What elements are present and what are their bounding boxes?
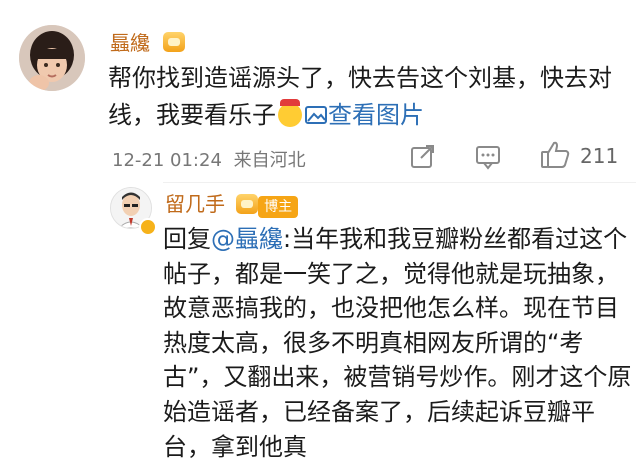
comment-text: 帮你找到造谣源头了，快去告这个刘基，快去对线，我要看乐子 查看图片: [108, 60, 628, 134]
reply-text: 回复@螶纔:当年我和我豆瓣粉丝都看过这个帖子，都是一笑了之，觉得他就是玩抽象，故…: [163, 222, 633, 464]
comment-timestamp: 12-21 01:24: [112, 150, 222, 171]
mention-link[interactable]: @螶纔: [211, 225, 283, 253]
avatar-image: [19, 25, 85, 91]
image-icon: [305, 106, 327, 124]
like-icon[interactable]: [539, 140, 571, 170]
reply-header: 留几手 博主: [165, 188, 299, 218]
vip-crown-icon: [163, 32, 186, 52]
vip-crown-icon: [236, 194, 259, 214]
verified-badge-icon: [139, 218, 157, 236]
view-image-link[interactable]: 查看图片: [304, 101, 424, 129]
share-icon[interactable]: [409, 142, 437, 170]
divider: [163, 182, 636, 183]
reply-prefix: 回复: [163, 225, 211, 253]
reply-body: :当年我和我豆瓣粉丝都看过这个帖子，都是一笑了之，觉得他就是玩抽象，故意恶搞我的…: [163, 225, 632, 461]
comment-icon[interactable]: [474, 143, 502, 171]
comment-meta: 12-21 01:24 来自河北: [112, 146, 306, 172]
like-count: 211: [580, 144, 619, 168]
author-badge: 博主: [258, 195, 299, 218]
comment-location: 来自河北: [233, 150, 306, 171]
avatar[interactable]: [19, 25, 85, 91]
comment-username[interactable]: 螶纔: [110, 31, 150, 55]
reply-username[interactable]: 留几手: [165, 192, 225, 216]
comment-header: 螶纔: [110, 27, 186, 56]
view-image-label: 查看图片: [328, 101, 424, 129]
grinning-emoji-icon: [278, 99, 302, 127]
